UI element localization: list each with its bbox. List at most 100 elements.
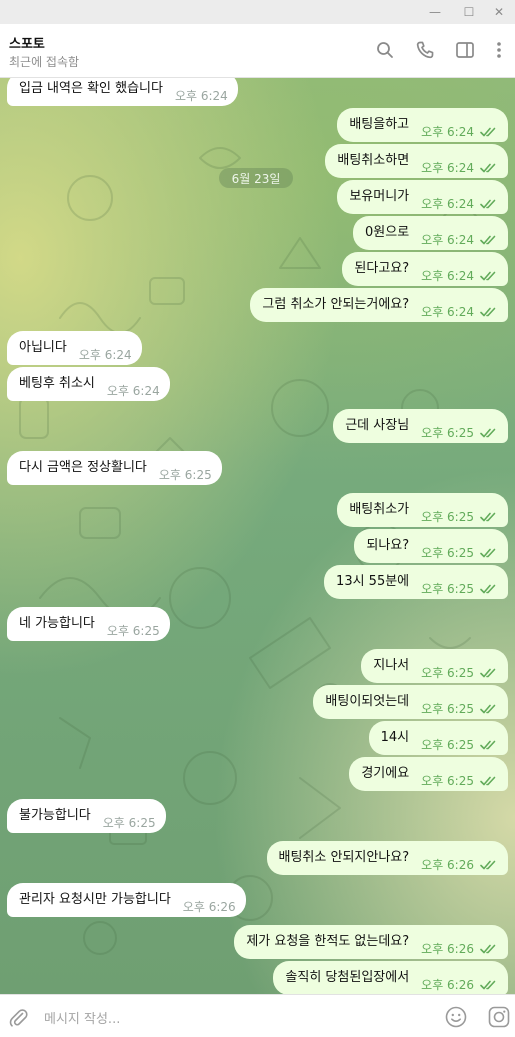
chat-title[interactable]: 스포토: [9, 33, 45, 52]
message-time: 오후 6:26: [421, 857, 474, 872]
message-text: 제가 요청을 한적도 없는데요?: [246, 933, 410, 949]
window-titlebar: — ☐ ✕: [0, 0, 515, 24]
message-time: 오후 6:24: [174, 88, 228, 103]
message-time: 오후 6:25: [421, 701, 474, 716]
message-text: 베팅후 취소시: [19, 375, 95, 391]
more-vertical-icon[interactable]: [488, 39, 510, 61]
message-text: 0원으로: [365, 224, 410, 240]
incoming-message[interactable]: 아닙니다 오후 6:24: [7, 331, 142, 365]
search-icon[interactable]: [374, 39, 396, 61]
message-meta: 오후 6:25: [421, 424, 498, 441]
read-receipt-icon: [480, 703, 498, 714]
outgoing-message[interactable]: 근데 사장님 오후 6:25: [333, 409, 508, 443]
message-time: 오후 6:25: [421, 545, 474, 560]
message-text: 경기에요: [361, 765, 410, 781]
message-meta: 오후 6:24: [421, 267, 498, 284]
read-receipt-icon: [480, 198, 498, 209]
message-text: 된다고요?: [354, 260, 410, 276]
emoji-icon[interactable]: [444, 1005, 468, 1029]
phone-icon[interactable]: [414, 39, 436, 61]
message-meta: 오후 6:25: [107, 622, 160, 639]
message-meta: 오후 6:24: [421, 303, 498, 320]
outgoing-message[interactable]: 솔직히 당첨된입장에서오후 6:26: [273, 961, 508, 994]
read-receipt-icon: [480, 162, 498, 173]
read-receipt-icon: [480, 126, 498, 137]
read-receipt-icon: [480, 979, 498, 990]
message-meta: 오후 6:24: [421, 195, 498, 212]
message-time: 오후 6:25: [106, 623, 160, 638]
close-button[interactable]: ✕: [485, 0, 513, 24]
message-time: 오후 6:24: [106, 383, 160, 398]
message-meta: 오후 6:25: [421, 700, 498, 717]
message-meta: 오후 6:25: [103, 814, 156, 831]
message-time: 오후 6:24: [421, 124, 474, 139]
camera-icon[interactable]: [487, 1005, 511, 1029]
message-time: 오후 6:25: [421, 509, 474, 524]
outgoing-message[interactable]: 배팅이되엇는데 오후 6:25: [313, 685, 508, 719]
message-meta: 오후 6:24: [421, 123, 498, 140]
outgoing-message[interactable]: 배팅을하고오후 6:24: [337, 108, 508, 142]
message-time: 오후 6:26: [182, 899, 236, 914]
sidebar-toggle-icon[interactable]: [454, 39, 476, 61]
outgoing-message[interactable]: 제가 요청을 한적도 없는데요? 오후 6:26: [234, 925, 508, 959]
message-time: 오후 6:25: [158, 467, 212, 482]
outgoing-message[interactable]: 그럼 취소가 안되는거에요? 오후 6:24: [250, 288, 508, 322]
message-text: 배팅을하고: [349, 116, 410, 132]
message-time: 오후 6:26: [421, 941, 474, 956]
message-meta: 오후 6:25: [421, 508, 498, 525]
message-time: 오후 6:24: [421, 268, 474, 283]
message-meta: 오후 6:26: [421, 976, 498, 993]
message-meta: 오후 6:26: [183, 898, 236, 915]
outgoing-message[interactable]: 되나요? 오후 6:25: [354, 529, 508, 563]
read-receipt-icon: [480, 859, 498, 870]
read-receipt-icon: [480, 547, 498, 558]
message-time: 오후 6:26: [421, 977, 474, 992]
outgoing-message[interactable]: 지나서 오후 6:25: [361, 649, 508, 683]
message-input[interactable]: 메시지 작성...: [44, 1008, 120, 1027]
message-meta: 오후 6:24: [107, 382, 160, 399]
incoming-message[interactable]: 다시 금액은 정상활니다오후 6:25: [7, 451, 222, 485]
message-text: 관리자 요청시만 가능합니다: [19, 891, 171, 907]
message-text: 14시: [380, 729, 410, 745]
message-meta: 오후 6:25: [421, 544, 498, 561]
message-meta: 오후 6:25: [421, 736, 498, 753]
maximize-button[interactable]: ☐: [455, 0, 483, 24]
message-time: 오후 6:24: [78, 347, 132, 362]
message-time: 오후 6:24: [421, 304, 474, 319]
outgoing-message[interactable]: 보유머니가 오후 6:24: [337, 180, 508, 214]
message-text: 솔직히 당첨된입장에서: [285, 969, 410, 985]
read-receipt-icon: [480, 427, 498, 438]
message-text: 그럼 취소가 안되는거에요?: [262, 296, 410, 312]
minimize-button[interactable]: —: [421, 0, 449, 24]
outgoing-message[interactable]: 된다고요? 오후 6:24: [342, 252, 508, 286]
message-meta: 오후 6:25: [159, 466, 212, 483]
outgoing-message[interactable]: 배팅취소가오후 6:25: [337, 493, 508, 527]
incoming-message[interactable]: 입금 내역은 확인 했습니다 오후 6:24: [7, 78, 238, 106]
message-text: 다시 금액은 정상활니다: [19, 459, 147, 475]
outgoing-message[interactable]: 0원으로오후 6:24: [353, 216, 508, 250]
read-receipt-icon: [480, 667, 498, 678]
outgoing-message[interactable]: 배팅취소하면 오후 6:24: [325, 144, 508, 178]
message-meta: 오후 6:24: [421, 231, 498, 248]
outgoing-message[interactable]: 13시 55분에 오후 6:25: [324, 565, 508, 599]
message-text: 되나요?: [366, 537, 410, 553]
read-receipt-icon: [480, 775, 498, 786]
incoming-message[interactable]: 네 가능합니다오후 6:25: [7, 607, 170, 641]
chat-header: 스포토 최근에 접속함: [0, 24, 515, 78]
read-receipt-icon: [480, 511, 498, 522]
incoming-message[interactable]: 베팅후 취소시오후 6:24: [7, 367, 170, 401]
message-time: 오후 6:25: [421, 737, 474, 752]
message-list[interactable]: 6월 23일 입금 내역은 확인 했습니다 오후 6:24 배팅을하고 오후 6:24…: [0, 78, 515, 994]
message-time: 오후 6:24: [421, 160, 474, 175]
message-text: 네 가능합니다: [19, 615, 95, 631]
message-time: 오후 6:25: [421, 773, 474, 788]
outgoing-message[interactable]: 14시오후 6:25: [368, 721, 508, 755]
message-meta: 오후 6:25: [421, 664, 498, 681]
attach-icon[interactable]: [6, 1005, 30, 1029]
message-time: 오후 6:24: [421, 232, 474, 247]
incoming-message[interactable]: 관리자 요청시만 가능합니다오후 6:26: [7, 883, 246, 917]
incoming-message[interactable]: 불가능합니다 오후 6:25: [7, 799, 166, 833]
outgoing-message[interactable]: 배팅취소 안되지안나요? 오후 6:26: [266, 841, 508, 875]
message-text: 배팅취소가: [349, 501, 410, 517]
outgoing-message[interactable]: 경기에요오후 6:25: [349, 757, 508, 791]
